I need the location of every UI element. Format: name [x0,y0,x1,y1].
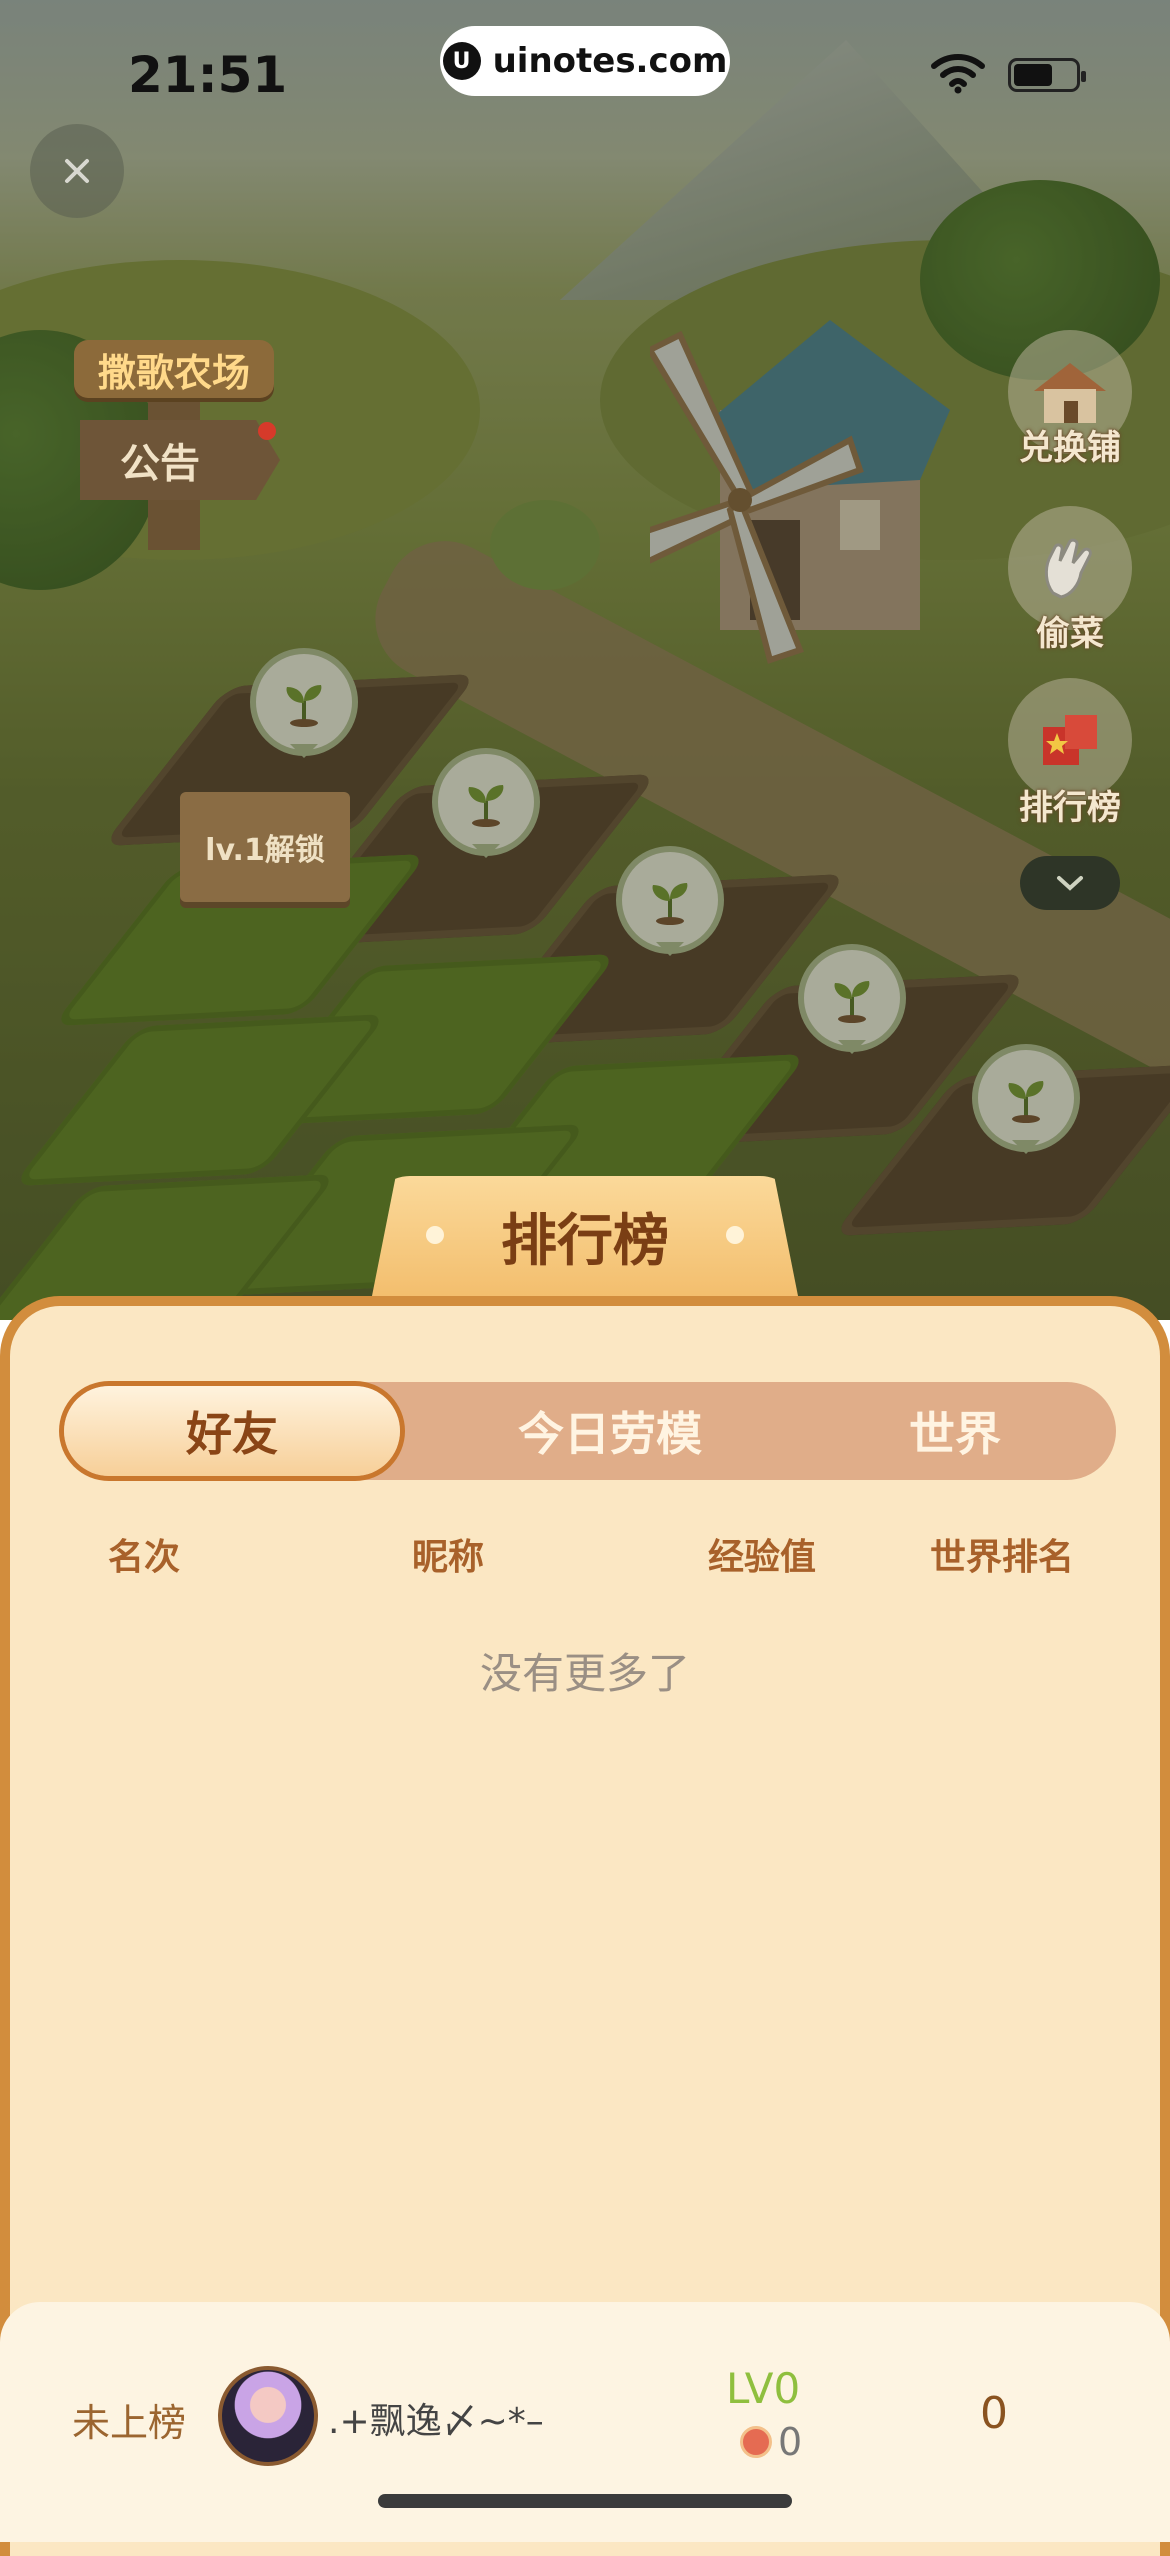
my-nickname: .+飘逸〆~*– [328,2401,544,2442]
tab-today-model-worker[interactable]: 今日劳模 [440,1382,780,1480]
ranking-label: 排行榜 [1019,788,1121,828]
leaderboard-tabs: 好友 今日劳模 世界 [60,1382,1116,1480]
my-coins: 0 [778,2420,803,2464]
column-header-rank: 名次 [108,1537,181,1578]
chevron-down-icon[interactable] [1020,856,1120,910]
tab-friends[interactable]: 好友 [64,1386,400,1476]
battery-icon [1008,58,1086,92]
notice-badge-dot [258,422,276,440]
steal-label: 偷菜 [1036,614,1104,654]
exchange-shop-label: 兑换铺 [1019,428,1121,468]
home-indicator [378,2494,792,2508]
hand-icon [1044,538,1092,599]
gift-box-icon [1043,715,1097,765]
close-button[interactable] [30,124,124,218]
close-icon [65,159,89,183]
url-text: uinotes.com [492,41,728,81]
uinotes-logo-icon: U [442,42,481,80]
scene-overlay [0,0,1170,1320]
my-level: LV0 [726,2364,801,2413]
notice-sign[interactable]: 公告 [80,420,280,500]
leaderboard-title: 排行榜 [501,1209,669,1274]
avatar [218,2366,318,2466]
tab-world[interactable]: 世界 [820,1382,1090,1480]
status-time: 21:51 [128,46,288,104]
lock-sign: lv.1解锁 [180,792,350,902]
wifi-icon [931,54,985,94]
farm-scene [0,0,1170,1320]
column-header-world-rank: 世界排名 [930,1537,1075,1578]
column-header-exp: 经验值 [708,1537,817,1578]
shop-house-icon [1034,363,1106,423]
column-header-nickname: 昵称 [412,1537,485,1578]
url-pill: U uinotes.com [440,26,730,96]
my-rank: 未上榜 [72,2401,187,2445]
empty-list-text: 没有更多了 [479,1649,690,1698]
coin-icon [740,2426,772,2458]
my-exp: 0 [980,2388,1008,2439]
farm-name-sign: 撒歌农场 [74,340,274,398]
